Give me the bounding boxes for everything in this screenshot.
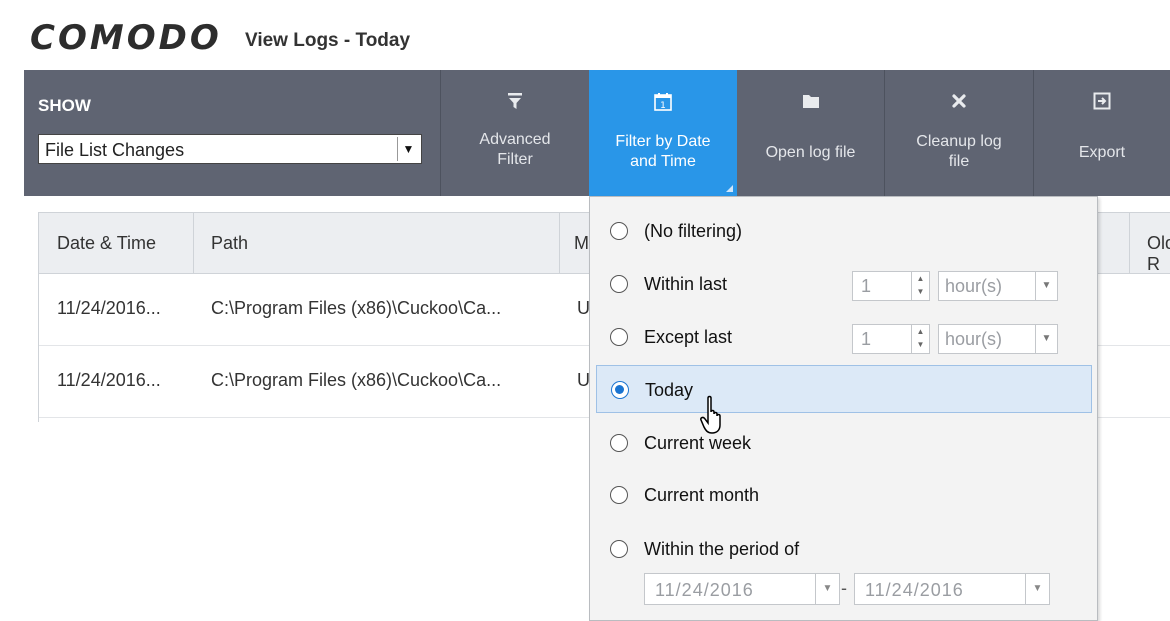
advanced-filter-label-line1: Advanced — [479, 131, 551, 148]
filter-by-date-button[interactable]: 1 Filter by Date and Time — [589, 70, 737, 196]
radio-button[interactable] — [610, 486, 628, 504]
option-current-week[interactable]: Current week — [590, 421, 1097, 465]
column-header-date[interactable]: Date & Time — [57, 233, 156, 254]
option-today[interactable]: Today — [596, 365, 1092, 413]
period-from-date-picker[interactable]: 11/24/2016 ▼ — [644, 573, 840, 605]
date-filter-menu: (No filtering) Within last 1 ▲ ▼ hour(s) … — [589, 196, 1098, 621]
column-divider[interactable] — [1129, 213, 1130, 275]
window-title: View Logs - Today — [245, 30, 411, 51]
open-log-file-label: Open log file — [765, 144, 856, 161]
stepper-value: 1 — [861, 329, 872, 349]
toolbar: SHOW File List Changes ▼ Advanced Filter… — [24, 70, 1170, 196]
chevron-down-icon[interactable]: ▼ — [815, 574, 839, 604]
within-last-unit-select[interactable]: hour(s) ▼ — [938, 271, 1058, 301]
radio-button-selected[interactable] — [611, 381, 629, 399]
show-label: SHOW — [38, 96, 91, 115]
cell-path: C:\Program Files (x86)\Cuckoo\Ca... — [211, 370, 502, 390]
column-divider[interactable] — [193, 213, 194, 275]
radio-button[interactable] — [610, 328, 628, 346]
log-type-select[interactable]: File List Changes ▼ — [38, 134, 422, 164]
cell-date: 11/24/2016... — [57, 370, 161, 390]
cell-path: C:\Program Files (x86)\Cuckoo\Ca... — [211, 298, 502, 318]
option-label: Within the period of — [644, 539, 800, 559]
chevron-down-icon[interactable]: ▼ — [397, 137, 419, 161]
export-button[interactable]: Export — [1034, 70, 1170, 196]
dropdown-corner-indicator — [726, 185, 733, 192]
option-current-month[interactable]: Current month — [590, 473, 1097, 517]
column-header-old[interactable]: Old R — [1147, 233, 1170, 275]
option-label: Current week — [644, 433, 752, 453]
radio-button[interactable] — [610, 540, 628, 558]
option-label: (No filtering) — [644, 221, 743, 241]
radio-button[interactable] — [610, 275, 628, 293]
cleanup-log-label-line2: file — [948, 153, 970, 170]
unit-value: hour(s) — [945, 329, 1003, 349]
option-label: Current month — [644, 485, 760, 505]
option-label: Today — [645, 380, 694, 400]
stepper-value: 1 — [861, 276, 872, 296]
to-date-value: 11/24/2016 — [865, 580, 964, 600]
option-no-filtering[interactable]: (No filtering) — [590, 209, 1097, 253]
period-to-date-picker[interactable]: 11/24/2016 ▼ — [854, 573, 1050, 605]
option-label: Within last — [644, 274, 728, 294]
export-label: Export — [1078, 144, 1126, 161]
comodo-logo: COMODO — [30, 18, 222, 58]
open-log-file-button[interactable]: Open log file — [737, 70, 884, 196]
column-divider[interactable] — [559, 213, 560, 275]
svg-text:1: 1 — [660, 101, 666, 111]
hand-pointer-cursor-icon — [700, 395, 721, 434]
cleanup-log-file-button[interactable]: Cleanup log file — [885, 70, 1033, 196]
title-bar: COMODO View Logs - Today — [0, 0, 1170, 70]
funnel-icon — [441, 92, 589, 114]
radio-button[interactable] — [610, 222, 628, 240]
except-last-stepper[interactable]: 1 ▲ ▼ — [852, 324, 930, 354]
cell-date: 11/24/2016... — [57, 298, 161, 318]
column-header-m[interactable]: M — [574, 233, 589, 254]
option-label: Except last — [644, 327, 733, 347]
advanced-filter-button[interactable]: Advanced Filter — [441, 70, 589, 196]
period-separator: - — [841, 578, 847, 598]
chevron-down-icon[interactable]: ▼ — [1035, 325, 1057, 353]
stepper-arrows-icon[interactable]: ▲ ▼ — [911, 325, 929, 353]
close-x-icon — [885, 92, 1033, 114]
filter-by-date-label-line1: Filter by Date — [615, 133, 711, 150]
column-header-path[interactable]: Path — [211, 233, 248, 254]
filter-by-date-label-line2: and Time — [630, 153, 696, 170]
option-within-period[interactable]: Within the period of — [590, 527, 1097, 571]
unit-value: hour(s) — [945, 276, 1003, 296]
option-within-last[interactable]: Within last 1 ▲ ▼ hour(s) ▼ — [590, 262, 1097, 306]
within-last-stepper[interactable]: 1 ▲ ▼ — [852, 271, 930, 301]
log-type-value: File List Changes — [45, 140, 185, 160]
cleanup-log-label-line1: Cleanup log — [916, 133, 1002, 150]
chevron-down-icon[interactable]: ▼ — [1035, 272, 1057, 300]
from-date-value: 11/24/2016 — [655, 580, 754, 600]
folder-icon — [737, 92, 884, 114]
radio-button[interactable] — [610, 434, 628, 452]
except-last-unit-select[interactable]: hour(s) ▼ — [938, 324, 1058, 354]
export-icon — [1034, 92, 1170, 114]
advanced-filter-label-line2: Filter — [497, 151, 533, 168]
stepper-arrows-icon[interactable]: ▲ ▼ — [911, 272, 929, 300]
calendar-icon: 1 — [589, 92, 737, 114]
option-except-last[interactable]: Except last 1 ▲ ▼ hour(s) ▼ — [590, 315, 1097, 359]
chevron-down-icon[interactable]: ▼ — [1025, 574, 1049, 604]
